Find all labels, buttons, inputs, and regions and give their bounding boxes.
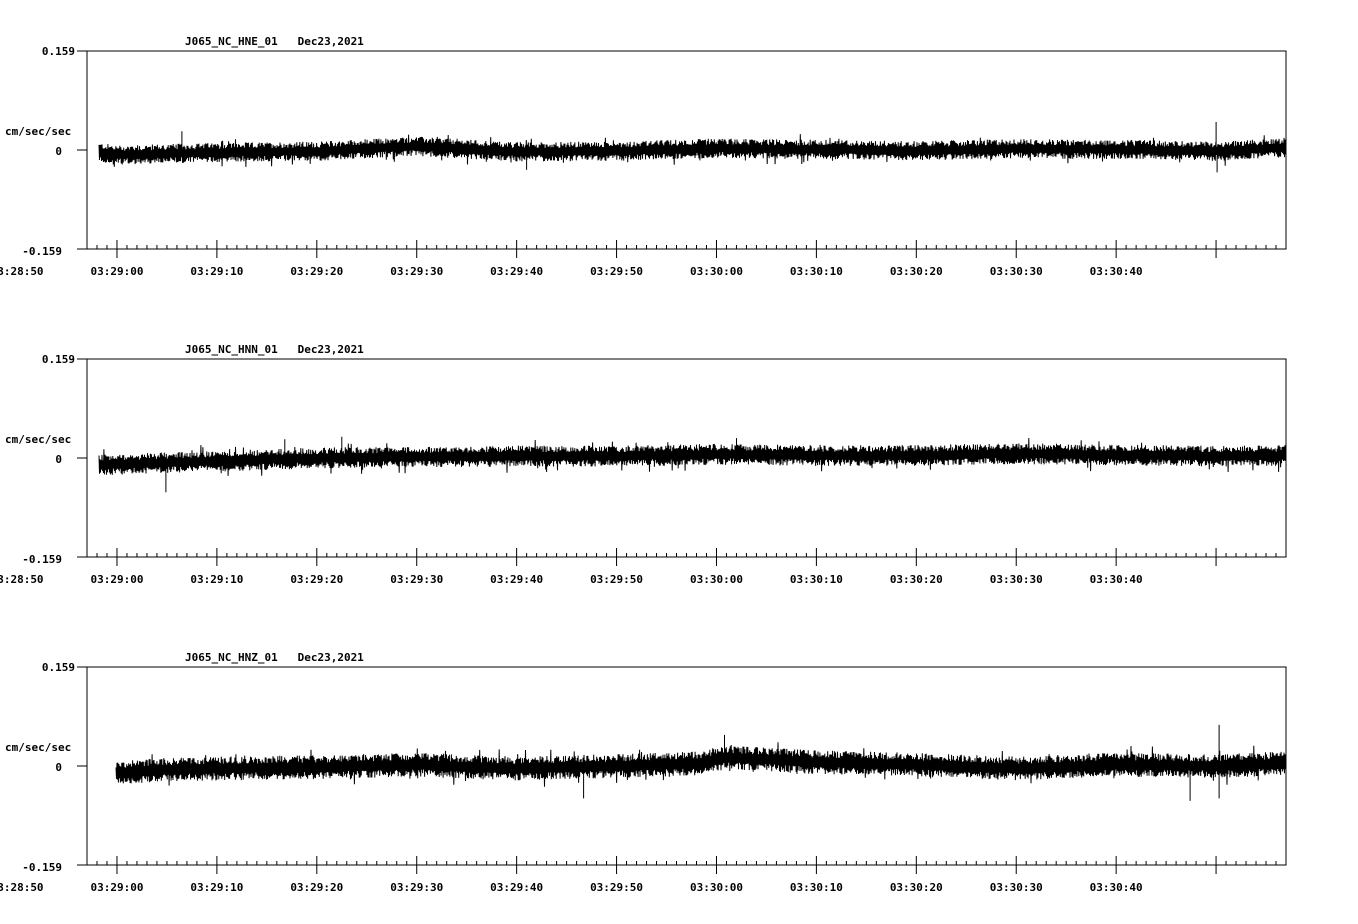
yzero-tick-label: 0	[55, 761, 62, 774]
x-tick-label: 03:30:10	[790, 881, 843, 894]
x-tick-label: 03:29:40	[490, 881, 543, 894]
ymax-tick-label: 0.159	[42, 661, 75, 674]
x-tick-label: 03:30:00	[690, 881, 743, 894]
x-tick-label: 03:29:00	[90, 265, 143, 278]
x-tick-label: 03:28:50	[0, 881, 44, 894]
yzero-tick-label: 0	[55, 453, 62, 466]
x-tick-label: 03:29:20	[290, 265, 343, 278]
x-tick-label: 03:29:40	[490, 573, 543, 586]
x-tick-label: 03:30:40	[1090, 573, 1143, 586]
x-tick-label: 03:30:20	[890, 573, 943, 586]
x-tick-label: 03:30:20	[890, 881, 943, 894]
y-axis-label: cm/sec/sec	[5, 741, 71, 754]
x-tick-label: 03:30:40	[1090, 881, 1143, 894]
x-tick-label: 03:30:30	[990, 881, 1043, 894]
x-tick-label: 03:30:10	[790, 265, 843, 278]
panel-title: J065_NC_HNE_01 Dec23,2021	[185, 35, 364, 48]
x-tick-label: 03:29:10	[190, 573, 243, 586]
waveform-trace	[115, 724, 1287, 801]
ymax-tick-label: 0.159	[42, 353, 75, 366]
ymin-tick-label: -0.159	[22, 245, 62, 258]
x-tick-label: 03:29:10	[190, 265, 243, 278]
yzero-tick-label: 0	[55, 145, 62, 158]
waveform-trace	[98, 122, 1287, 173]
ymax-tick-label: 0.159	[42, 45, 75, 58]
x-tick-label: 03:29:30	[390, 265, 443, 278]
x-tick-label: 03:28:50	[0, 573, 44, 586]
x-tick-label: 03:29:30	[390, 881, 443, 894]
panel-title: J065_NC_HNN_01 Dec23,2021	[185, 343, 364, 356]
x-tick-label: 03:29:50	[590, 573, 643, 586]
x-tick-label: 03:30:40	[1090, 265, 1143, 278]
ymin-tick-label: -0.159	[22, 861, 62, 874]
y-axis-label: cm/sec/sec	[5, 433, 71, 446]
x-tick-label: 03:28:50	[0, 265, 44, 278]
x-tick-label: 03:29:00	[90, 881, 143, 894]
x-tick-label: 03:30:30	[990, 573, 1043, 586]
x-axis-tick-labels: 03:28:50 03:29:00 03:29:10 03:29:20 03:29:30…	[0, 265, 1143, 278]
x-axis-tick-labels: 03:28:50 03:29:00 03:29:10 03:29:20 03:29:30…	[0, 881, 1143, 894]
seismogram-panel-hne: J065_NC_HNE_01 Dec23,2021 0.159 cm/sec/s…	[0, 35, 1287, 278]
x-tick-label: 03:30:30	[990, 265, 1043, 278]
seismogram-panel-hnz: J065_NC_HNZ_01 Dec23,2021 0.159 cm/sec/s…	[0, 651, 1287, 894]
x-tick-label: 03:29:30	[390, 573, 443, 586]
x-tick-label: 03:29:20	[290, 573, 343, 586]
x-axis-tick-labels: 03:28:50 03:29:00 03:29:10 03:29:20 03:29:30…	[0, 573, 1143, 586]
panel-title: J065_NC_HNZ_01 Dec23,2021	[185, 651, 364, 664]
x-tick-label: 03:29:50	[590, 881, 643, 894]
y-axis-label: cm/sec/sec	[5, 125, 71, 138]
x-tick-label: 03:30:00	[690, 265, 743, 278]
x-tick-label: 03:29:10	[190, 881, 243, 894]
x-tick-label: 03:29:50	[590, 265, 643, 278]
seismogram-panel-hnn: J065_NC_HNN_01 Dec23,2021 0.159 cm/sec/s…	[0, 343, 1287, 586]
x-tick-label: 03:29:20	[290, 881, 343, 894]
ymin-tick-label: -0.159	[22, 553, 62, 566]
x-tick-label: 03:30:20	[890, 265, 943, 278]
x-tick-label: 03:29:40	[490, 265, 543, 278]
x-tick-label: 03:29:00	[90, 573, 143, 586]
x-tick-label: 03:30:00	[690, 573, 743, 586]
seismogram-figure: J065_NC_HNE_01 Dec23,2021 0.159 cm/sec/s…	[0, 35, 1287, 894]
x-tick-label: 03:30:10	[790, 573, 843, 586]
waveform-trace	[98, 436, 1287, 493]
